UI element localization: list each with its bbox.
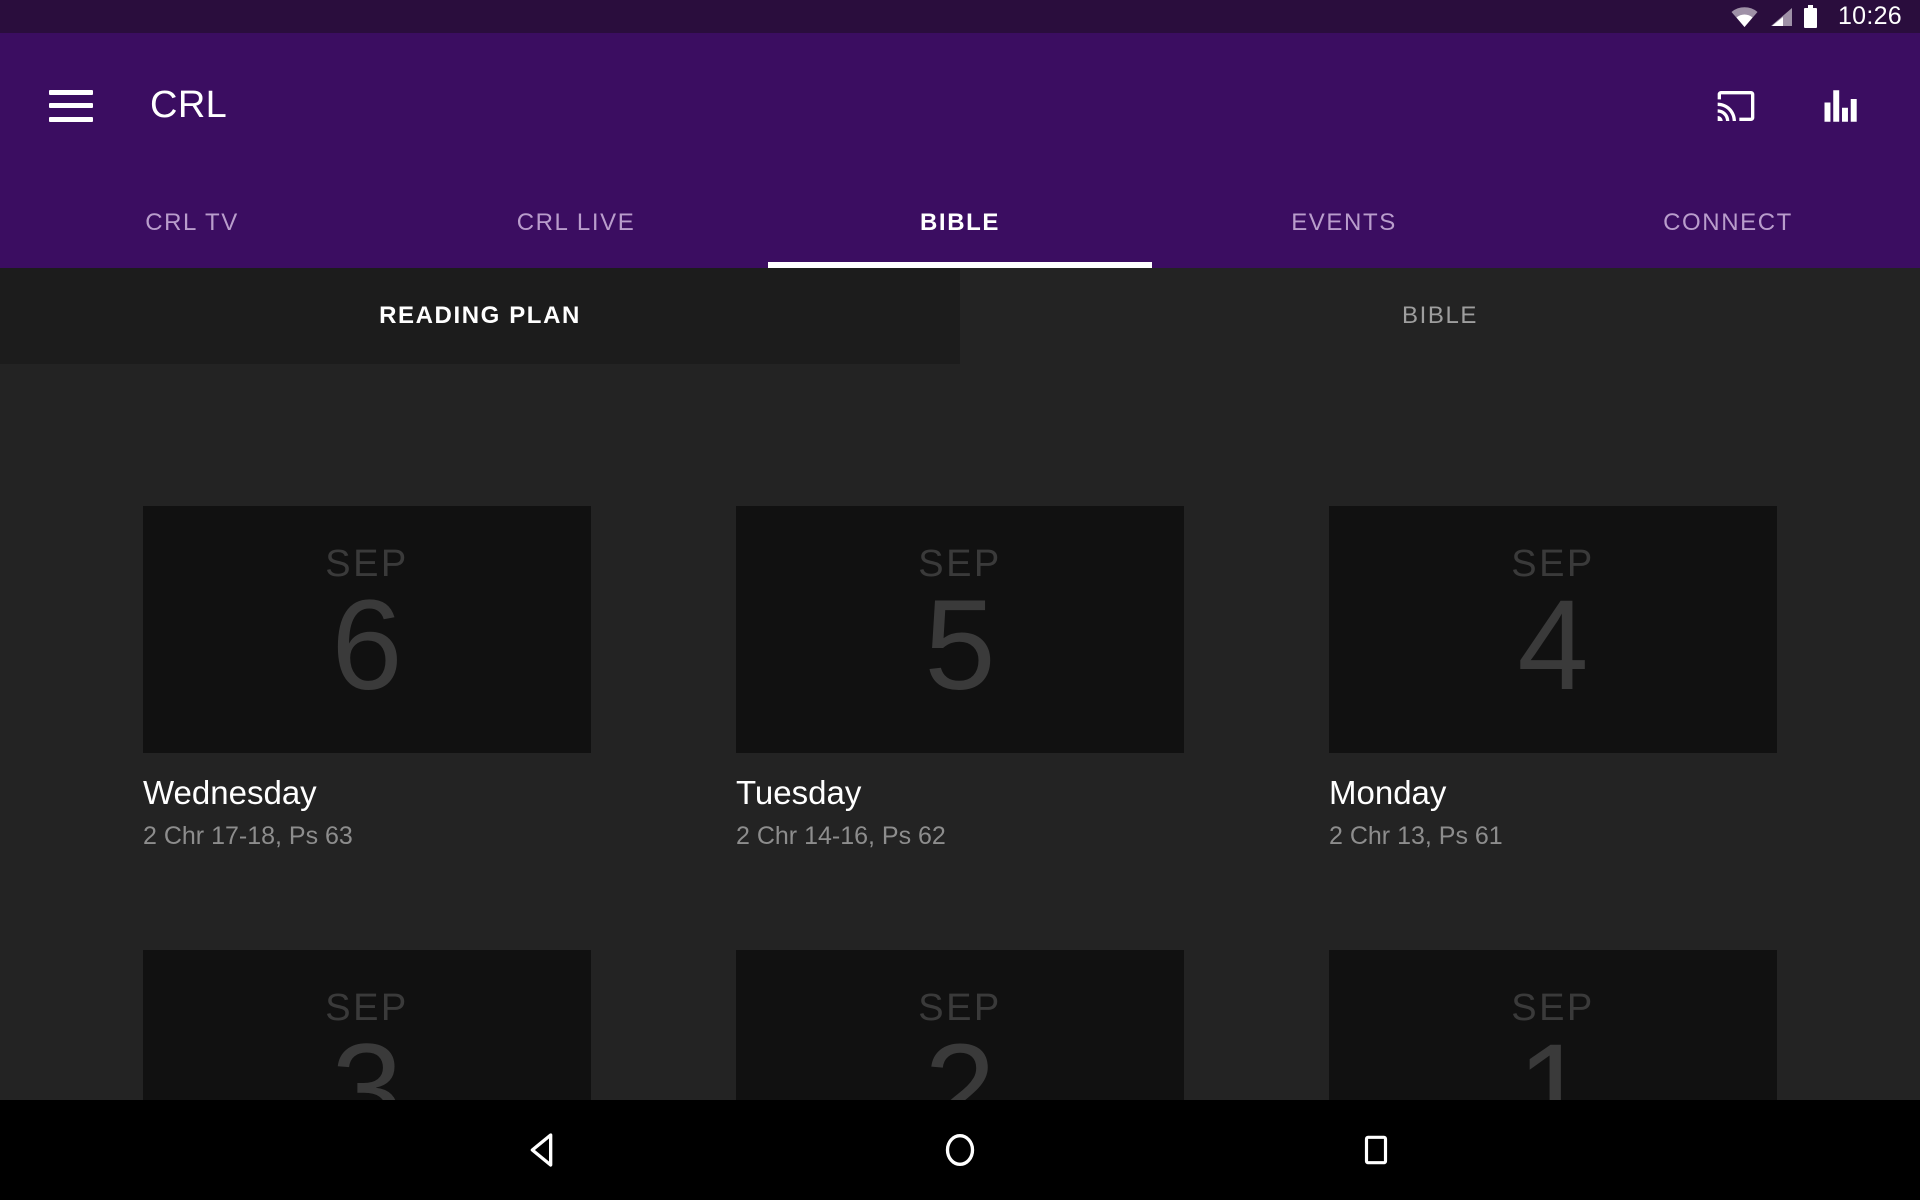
subtab-label: READING PLAN bbox=[379, 302, 581, 329]
reading-plan-card[interactable]: SEP 4 Monday 2 Chr 13, Ps 61 bbox=[1329, 506, 1777, 851]
tab-crl-live[interactable]: CRL LIVE bbox=[384, 178, 768, 268]
card-thumbnail: SEP 6 bbox=[143, 506, 591, 753]
tab-label: CONNECT bbox=[1663, 209, 1793, 236]
card-title: Monday bbox=[1329, 774, 1447, 811]
back-button[interactable] bbox=[444, 1100, 644, 1200]
reading-plan-card[interactable]: SEP 2 bbox=[736, 949, 1184, 1100]
app-bar: CRL bbox=[0, 33, 1920, 178]
card-thumbnail: SEP 3 bbox=[143, 949, 591, 1100]
tab-events[interactable]: EVENTS bbox=[1152, 178, 1536, 268]
android-navigation-bar bbox=[0, 1100, 1920, 1200]
subtab-reading-plan[interactable]: READING PLAN bbox=[0, 268, 960, 364]
primary-tab-bar: CRL TV CRL LIVE BIBLE EVENTS CONNECT bbox=[0, 178, 1920, 268]
card-title: Tuesday bbox=[736, 774, 862, 811]
recents-square-icon bbox=[1364, 1135, 1388, 1165]
recents-button[interactable] bbox=[1276, 1100, 1476, 1200]
cellular-signal-icon bbox=[1769, 7, 1793, 27]
subtab-bible[interactable]: BIBLE bbox=[960, 268, 1920, 364]
reading-plan-card[interactable]: SEP 1 bbox=[1329, 949, 1777, 1100]
app-bar-actions bbox=[1713, 85, 1863, 127]
hamburger-menu-icon[interactable] bbox=[49, 89, 93, 122]
home-button[interactable] bbox=[860, 1100, 1060, 1200]
tab-label: EVENTS bbox=[1291, 209, 1397, 236]
tab-label: CRL LIVE bbox=[516, 209, 636, 236]
tab-label: CRL TV bbox=[145, 209, 239, 236]
card-day: 3 bbox=[331, 1017, 403, 1100]
card-title: Wednesday bbox=[143, 774, 317, 811]
tab-crl-tv[interactable]: CRL TV bbox=[0, 178, 384, 268]
card-day: 6 bbox=[331, 574, 403, 718]
wifi-icon bbox=[1731, 6, 1758, 27]
card-thumbnail: SEP 1 bbox=[1329, 949, 1777, 1100]
back-triangle-icon bbox=[530, 1133, 553, 1167]
reading-plan-card[interactable]: SEP 6 Wednesday 2 Chr 17-18, Ps 63 bbox=[143, 506, 591, 851]
card-thumbnail: SEP 4 bbox=[1329, 506, 1777, 753]
tab-bible[interactable]: BIBLE bbox=[768, 178, 1152, 268]
battery-icon bbox=[1803, 5, 1817, 28]
home-circle-icon bbox=[945, 1133, 975, 1167]
card-passages: 2 Chr 13, Ps 61 bbox=[1329, 821, 1503, 850]
subtab-label: BIBLE bbox=[1401, 302, 1479, 329]
card-day: 2 bbox=[924, 1017, 996, 1100]
secondary-tab-bar: READING PLAN BIBLE bbox=[0, 268, 1920, 364]
card-day: 5 bbox=[924, 574, 996, 718]
reading-plan-content: SEP 6 Wednesday 2 Chr 17-18, Ps 63 SEP 5… bbox=[0, 364, 1920, 1100]
app-title: CRL bbox=[150, 84, 228, 126]
tab-connect[interactable]: CONNECT bbox=[1536, 178, 1920, 268]
reading-plan-grid: SEP 6 Wednesday 2 Chr 17-18, Ps 63 SEP 5… bbox=[143, 506, 1777, 1100]
card-passages: 2 Chr 17-18, Ps 63 bbox=[143, 821, 353, 850]
tab-label: BIBLE bbox=[920, 209, 1000, 236]
clock-time: 10:26 bbox=[1837, 2, 1902, 30]
equalizer-icon[interactable] bbox=[1821, 85, 1863, 127]
reading-plan-card[interactable]: SEP 3 bbox=[143, 949, 591, 1100]
card-thumbnail: SEP 2 bbox=[736, 949, 1184, 1100]
reading-plan-card[interactable]: SEP 5 Tuesday 2 Chr 14-16, Ps 62 bbox=[736, 506, 1184, 851]
card-day: 1 bbox=[1517, 1017, 1589, 1100]
cast-icon[interactable] bbox=[1713, 86, 1759, 126]
card-thumbnail: SEP 5 bbox=[736, 506, 1184, 753]
card-day: 4 bbox=[1517, 574, 1589, 718]
status-bar: 10:26 bbox=[0, 0, 1920, 33]
status-bar-icons: 10:26 bbox=[1731, 4, 1902, 29]
card-passages: 2 Chr 14-16, Ps 62 bbox=[736, 821, 946, 850]
